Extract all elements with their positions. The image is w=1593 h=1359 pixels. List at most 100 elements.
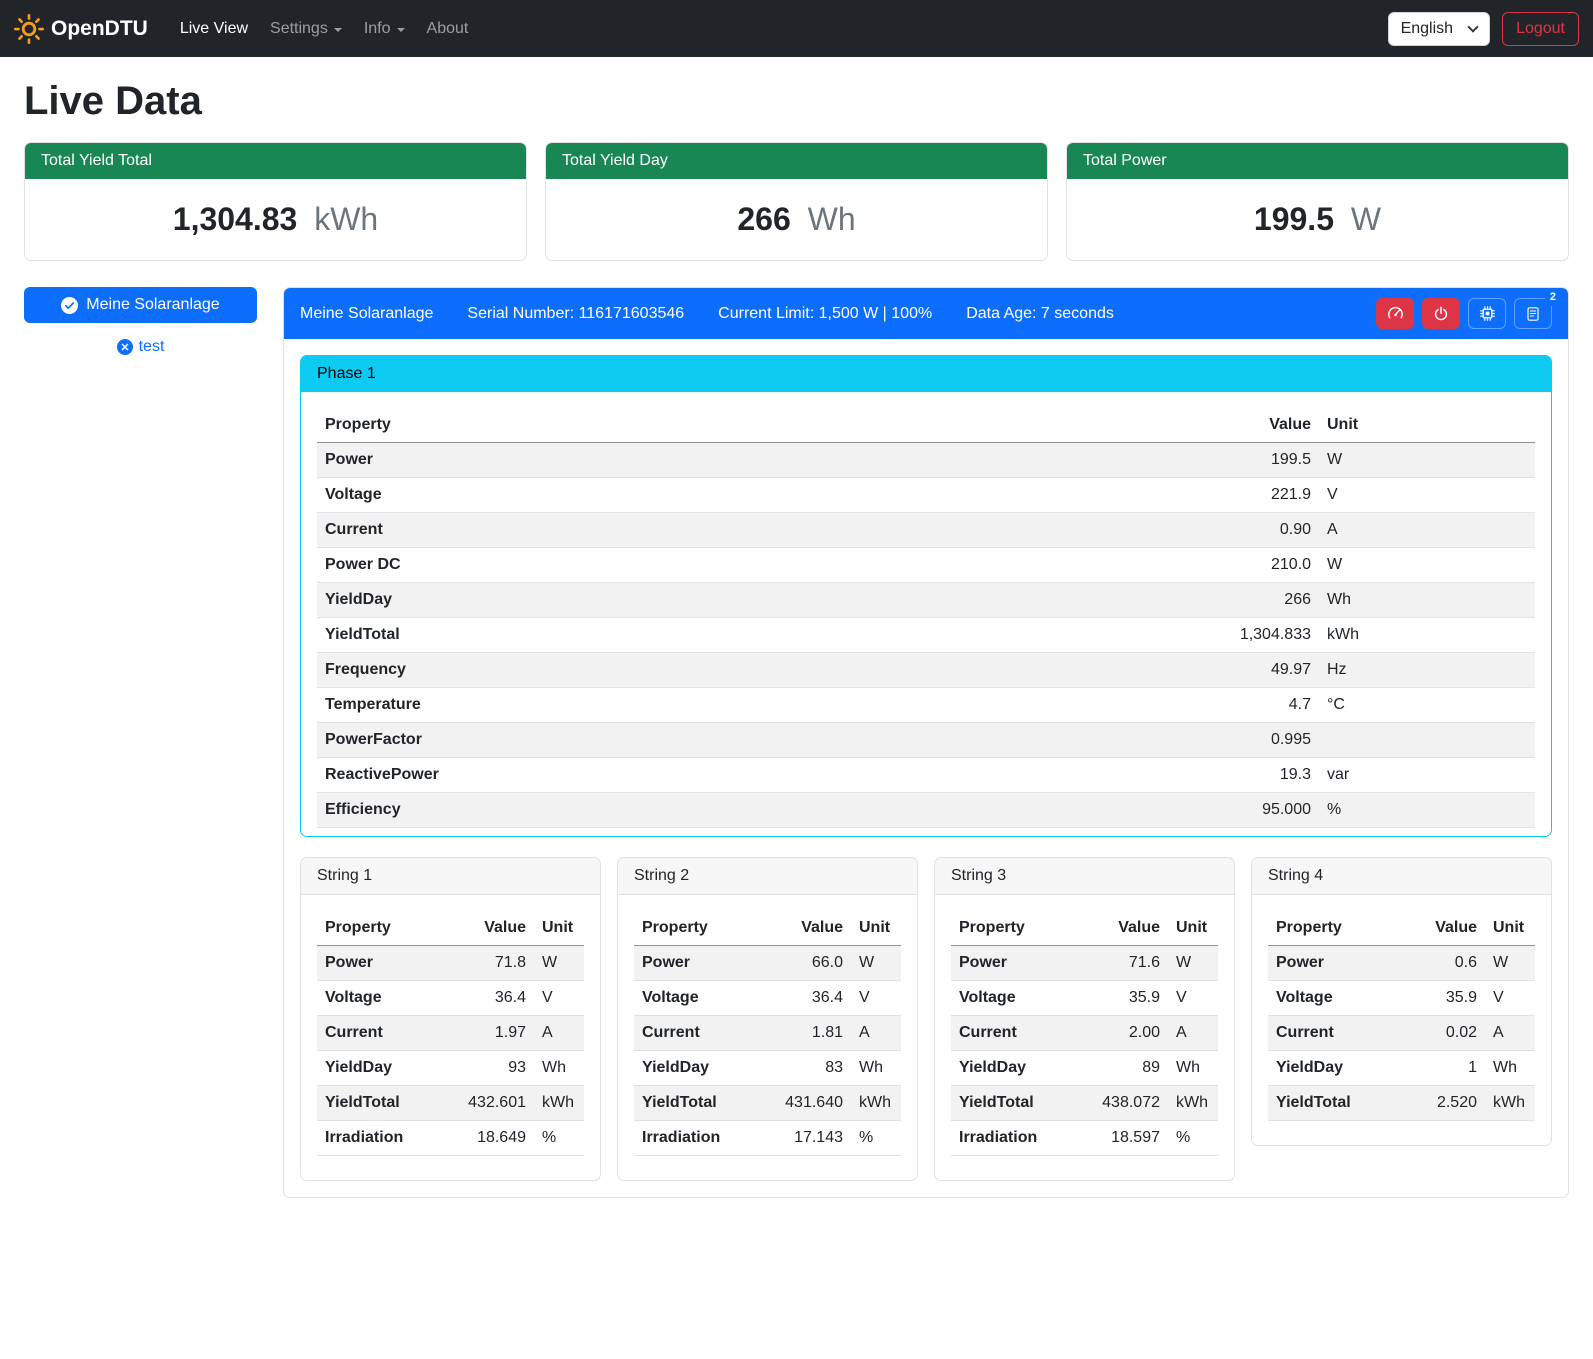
- property-value: 1.81: [759, 1016, 851, 1051]
- card-value: 199.5: [1254, 201, 1334, 237]
- limit-settings-button[interactable]: [1376, 298, 1414, 329]
- property-unit: %: [851, 1121, 901, 1156]
- property-value: 0.995: [1159, 723, 1319, 758]
- property-value: 66.0: [759, 946, 851, 981]
- table-row: YieldTotal432.601kWh: [317, 1086, 584, 1121]
- property-value: 1: [1393, 1051, 1485, 1086]
- string-card: String 1 Property Value Unit Power71.8WV…: [300, 857, 601, 1181]
- table-row: YieldTotal438.072kWh: [951, 1086, 1218, 1121]
- card-unit: kWh: [314, 201, 378, 237]
- language-select[interactable]: English: [1388, 12, 1490, 46]
- table-row: YieldDay266Wh: [317, 583, 1535, 618]
- property-value: 83: [759, 1051, 851, 1086]
- inverter-card: Meine Solaranlage Serial Number: 1161716…: [283, 287, 1569, 1198]
- table-row: ReactivePower19.3var: [317, 758, 1535, 793]
- language-select-value: English: [1401, 20, 1453, 38]
- property-value: 18.597: [1076, 1121, 1168, 1156]
- property-value: 4.7: [1159, 688, 1319, 723]
- string-cards: String 1 Property Value Unit Power71.8WV…: [300, 857, 1552, 1181]
- card-body: 1,304.83 kWh: [25, 179, 526, 260]
- property-unit: V: [1168, 981, 1218, 1016]
- card-body: 266 Wh: [546, 179, 1047, 260]
- brand[interactable]: OpenDTU: [14, 14, 148, 44]
- property-label: Irradiation: [317, 1121, 442, 1156]
- string-table: Property Value Unit Power66.0WVoltage36.…: [634, 911, 901, 1156]
- power-button[interactable]: [1422, 298, 1460, 329]
- string-card-body: Property Value Unit Power0.6WVoltage35.9…: [1252, 895, 1551, 1145]
- property-label: Frequency: [317, 653, 1159, 688]
- property-unit: A: [1485, 1016, 1535, 1051]
- event-log-button[interactable]: 2: [1514, 298, 1552, 329]
- brand-label: OpenDTU: [51, 17, 148, 41]
- device-info-button[interactable]: [1468, 298, 1506, 329]
- column-unit: Unit: [1168, 911, 1218, 946]
- property-unit: W: [851, 946, 901, 981]
- property-unit: kWh: [1319, 618, 1535, 653]
- property-unit: A: [1319, 513, 1535, 548]
- string-card: String 2 Property Value Unit Power66.0WV…: [617, 857, 918, 1181]
- property-unit: W: [1319, 443, 1535, 478]
- string-table: Property Value Unit Power71.8WVoltage36.…: [317, 911, 584, 1156]
- card-title: Total Yield Total: [25, 143, 526, 179]
- total-yield-total-card: Total Yield Total 1,304.83 kWh: [24, 142, 527, 261]
- table-row: Voltage35.9V: [951, 981, 1218, 1016]
- table-row: Current0.02A: [1268, 1016, 1535, 1051]
- property-unit: %: [534, 1121, 584, 1156]
- card-unit: Wh: [808, 201, 856, 237]
- nav-info[interactable]: Info: [354, 12, 415, 46]
- property-value: 1.97: [442, 1016, 534, 1051]
- table-row: Irradiation17.143%: [634, 1121, 901, 1156]
- nav-settings[interactable]: Settings: [260, 12, 352, 46]
- property-label: Voltage: [1268, 981, 1393, 1016]
- property-label: Current: [634, 1016, 759, 1051]
- table-row: Power71.6W: [951, 946, 1218, 981]
- property-label: PowerFactor: [317, 723, 1159, 758]
- property-label: Temperature: [317, 688, 1159, 723]
- property-label: Current: [317, 513, 1159, 548]
- page-content: Live Data Total Yield Total 1,304.83 kWh…: [0, 57, 1593, 1222]
- table-row: YieldDay1Wh: [1268, 1051, 1535, 1086]
- property-unit: W: [534, 946, 584, 981]
- nav-live-view-label: Live View: [180, 20, 248, 38]
- property-value: 199.5: [1159, 443, 1319, 478]
- property-unit: kWh: [1485, 1086, 1535, 1121]
- property-label: YieldDay: [317, 1051, 442, 1086]
- nav-about[interactable]: About: [417, 12, 479, 46]
- property-label: Power: [1268, 946, 1393, 981]
- chevron-down-icon: [1467, 21, 1478, 32]
- table-row: YieldDay89Wh: [951, 1051, 1218, 1086]
- property-label: YieldTotal: [634, 1086, 759, 1121]
- property-value: 36.4: [442, 981, 534, 1016]
- property-unit: Wh: [851, 1051, 901, 1086]
- property-unit: Wh: [1485, 1051, 1535, 1086]
- property-value: 18.649: [442, 1121, 534, 1156]
- navbar: OpenDTU Live View Settings Info About En…: [0, 0, 1593, 57]
- property-label: ReactivePower: [317, 758, 1159, 793]
- property-value: 221.9: [1159, 478, 1319, 513]
- property-label: Power: [317, 443, 1159, 478]
- phase-card: Phase 1 Property Value Unit Power199.5WV…: [300, 355, 1552, 837]
- logout-button[interactable]: Logout: [1502, 12, 1579, 46]
- property-value: 0.90: [1159, 513, 1319, 548]
- property-unit: Hz: [1319, 653, 1535, 688]
- column-value: Value: [1076, 911, 1168, 946]
- sidebar-item-meine-solaranlage[interactable]: Meine Solaranlage: [24, 287, 257, 323]
- property-value: 266: [1159, 583, 1319, 618]
- sun-icon: [14, 14, 44, 44]
- inverter-name: Meine Solaranlage: [300, 305, 433, 323]
- summary-cards: Total Yield Total 1,304.83 kWh Total Yie…: [24, 142, 1569, 261]
- power-icon: [1433, 306, 1449, 322]
- property-label: Current: [317, 1016, 442, 1051]
- nav-live-view[interactable]: Live View: [170, 12, 258, 46]
- inverter-current-limit: Current Limit: 1,500 W | 100%: [718, 305, 932, 323]
- inverter-serial: Serial Number: 116171603546: [467, 305, 684, 323]
- table-row: Current1.97A: [317, 1016, 584, 1051]
- property-unit: A: [851, 1016, 901, 1051]
- sidebar-item-test[interactable]: test: [24, 338, 257, 356]
- property-label: Power: [951, 946, 1076, 981]
- property-unit: Wh: [1319, 583, 1535, 618]
- property-label: Power: [634, 946, 759, 981]
- table-row: Frequency49.97Hz: [317, 653, 1535, 688]
- property-label: Voltage: [951, 981, 1076, 1016]
- property-unit: [1319, 723, 1535, 758]
